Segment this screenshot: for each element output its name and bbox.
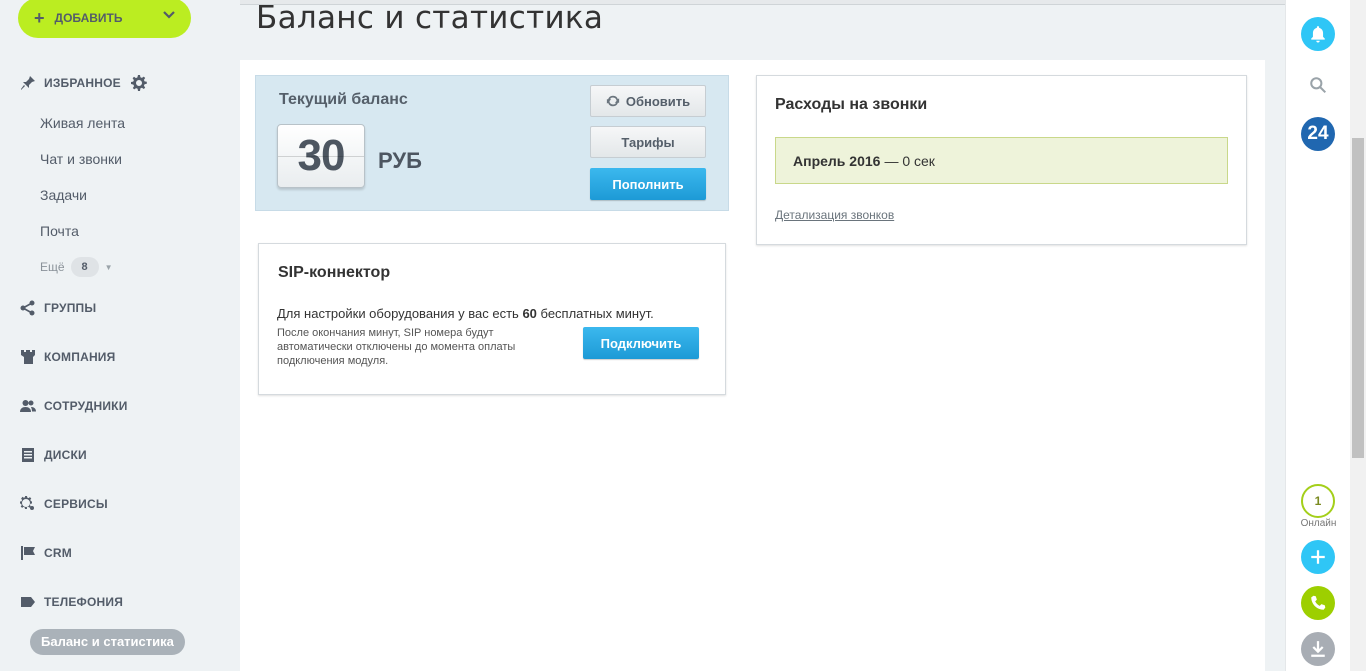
connect-button[interactable]: Подключить [583,327,699,359]
sip-connector-card: SIP-коннектор Для настройки оборудования… [258,243,726,395]
sidebar-section-favorites[interactable]: ИЗБРАННОЕ [20,75,155,91]
flag-icon [21,546,35,560]
sidebar-section-label: СЕРВИСЫ [44,497,108,511]
balance-card: Текущий баланс 30 РУБ Обновить Тарифы По… [255,75,729,211]
sidebar-section-telephony[interactable]: ТЕЛЕФОНИЯ [20,594,123,610]
sidebar-section-company[interactable]: КОМПАНИЯ [20,349,115,365]
calls-expenses-card: Расходы на звонки Апрель 2016 — 0 сек Де… [756,75,1247,245]
chevron-down-icon [163,11,175,19]
search-button[interactable] [1301,68,1335,102]
month-label: Апрель 2016 [793,152,881,169]
sidebar-item-balance-stats[interactable]: Баланс и статистика [30,629,185,655]
gears-icon [20,496,34,510]
sidebar-section-label: ИЗБРАННОЕ [44,76,121,90]
castle-icon [21,350,35,364]
download-button[interactable] [1301,632,1335,666]
sidebar-section-employees[interactable]: СОТРУДНИКИ [20,398,128,414]
sidebar-more[interactable]: Ещё 8 ▼ [40,257,112,277]
sidebar-section-label: СОТРУДНИКИ [44,399,128,413]
sip-text-before: Для настройки оборудования у вас есть [277,306,523,321]
download-icon [1311,641,1325,657]
calls-expenses-title: Расходы на звонки [775,96,928,113]
balance-title: Текущий баланс [279,91,408,108]
sidebar-section-services[interactable]: СЕРВИСЫ [20,496,108,512]
sidebar-item-tasks[interactable]: Задачи [40,187,87,203]
sip-minutes-count: 60 [522,306,537,321]
gear-icon[interactable] [130,75,147,91]
sidebar-item-mail[interactable]: Почта [40,223,79,239]
sidebar-section-crm[interactable]: CRM [20,545,72,561]
tag-icon [21,597,35,607]
share-icon [20,300,35,316]
month-usage: — 0 сек [884,152,935,169]
users-icon [20,400,36,412]
online-label: Онлайн [1300,518,1337,529]
sip-note: После окончания минут, SIP номера будут … [277,327,516,367]
call-details-link[interactable]: Детализация звонков [775,208,894,222]
add-contact-button[interactable] [1301,540,1335,574]
refresh-icon [606,95,619,107]
sip-minutes-text: Для настройки оборудования у вас есть 60… [277,306,654,321]
refresh-button-label: Обновить [625,93,691,109]
left-sidebar: + ДОБАВИТЬ ИЗБРАННОЕ Живая лента Чат и з… [0,0,240,671]
scrollbar[interactable] [1350,0,1366,671]
phone-button[interactable] [1301,586,1335,620]
tariffs-button[interactable]: Тарифы [590,126,706,158]
sip-text-after: бесплатных минут. [536,306,654,321]
sidebar-more-count: 8 [70,257,99,277]
sidebar-section-label: CRM [44,546,72,560]
sidebar-section-label: ДИСКИ [44,448,87,462]
online-count[interactable]: 1 [1301,484,1335,518]
topup-button[interactable]: Пополнить [590,168,706,200]
sidebar-item-feed[interactable]: Живая лента [40,115,125,131]
add-button-label: ДОБАВИТЬ [54,11,123,25]
page-title: Баланс и статистика [256,0,604,36]
chevron-down-icon: ▼ [104,262,113,272]
sidebar-section-label: ГРУППЫ [44,301,97,315]
refresh-button[interactable]: Обновить [590,85,706,117]
sidebar-section-groups[interactable]: ГРУППЫ [20,300,96,316]
bitrix24-logo[interactable]: 24 [1301,117,1335,151]
plus-icon [1311,550,1325,564]
document-icon [22,448,34,462]
sidebar-section-label: КОМПАНИЯ [44,350,116,364]
balance-currency: РУБ [378,148,422,173]
tariffs-button-label: Тарифы [621,134,675,150]
sip-connector-title: SIP-коннектор [278,264,391,281]
right-panel: 24 1 Онлайн [1285,0,1350,671]
sidebar-section-label: ТЕЛЕФОНИЯ [44,595,124,609]
plus-icon: + [34,8,45,28]
connect-button-label: Подключить [600,335,682,351]
bell-icon [1311,26,1325,43]
topup-button-label: Пополнить [612,176,684,192]
month-usage-box: Апрель 2016 — 0 сек [775,137,1228,184]
pin-icon [21,76,35,90]
phone-icon [1311,595,1326,610]
sidebar-section-disks[interactable]: ДИСКИ [20,447,87,463]
add-button[interactable]: + ДОБАВИТЬ [18,0,191,38]
scrollbar-thumb[interactable] [1352,138,1364,458]
balance-amount: 30 [277,124,365,188]
sidebar-item-chat[interactable]: Чат и звонки [40,151,122,167]
notifications-button[interactable] [1301,17,1335,51]
sidebar-more-label: Ещё [40,260,65,274]
search-icon [1310,77,1327,94]
